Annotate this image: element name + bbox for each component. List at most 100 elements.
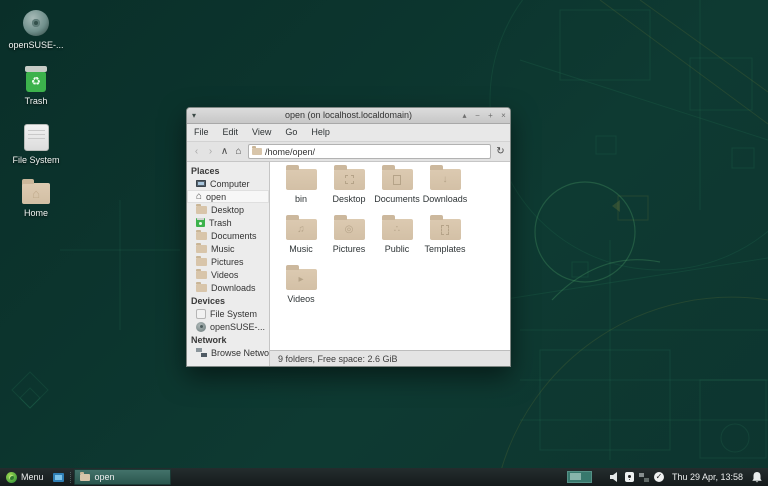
sidebar-item-trash[interactable]: Trash	[187, 216, 269, 229]
task-button-open[interactable]: open	[74, 469, 171, 485]
document-page-glyph	[393, 175, 401, 185]
desktop-icon-label: Home	[24, 208, 48, 218]
recycle-glyph: ♻	[26, 72, 46, 92]
desktop-icon-label: Trash	[25, 96, 48, 106]
desktop-icon-opensuse-volume[interactable]: openSUSE-...	[4, 10, 68, 50]
workspace-switcher[interactable]	[567, 471, 592, 483]
folder-icon	[382, 169, 413, 190]
file-pictures[interactable]: ◎ Pictures	[325, 219, 373, 269]
folder-icon: ∴	[382, 219, 413, 240]
sidebar-item-label: Music	[211, 244, 235, 254]
file-desktop[interactable]: Desktop	[325, 169, 373, 219]
path-field[interactable]: /home/open/	[248, 144, 491, 159]
folder-icon	[286, 169, 317, 190]
applications-menu-button[interactable]: Menu	[0, 468, 50, 486]
file-label: Templates	[424, 244, 465, 254]
desktop-icon-file-system[interactable]: File System	[4, 124, 68, 165]
sidebar-item-label: File System	[210, 309, 257, 319]
sidebar-item-videos[interactable]: Videos	[187, 268, 269, 281]
file-label: Desktop	[332, 194, 365, 204]
menu-go[interactable]: Go	[278, 124, 304, 141]
desktop-glyph	[345, 175, 354, 184]
home-button[interactable]: ⌂	[232, 143, 245, 160]
file-label: Downloads	[423, 194, 468, 204]
sidebar-item-file-system[interactable]: File System	[187, 307, 269, 320]
status-text: 9 folders, Free space: 2.6 GiB	[278, 354, 398, 364]
panel-separator	[70, 472, 71, 483]
sidebar-item-computer[interactable]: Computer	[187, 177, 269, 190]
file-public[interactable]: ∴ Public	[373, 219, 421, 269]
file-downloads[interactable]: ↓ Downloads	[421, 169, 469, 219]
titlebar[interactable]: ▾ open (on localhost.localdomain) ▴ − + …	[187, 108, 510, 124]
trash-icon	[196, 218, 205, 227]
menu-file[interactable]: File	[187, 124, 216, 141]
file-grid: bin Desktop Documents ↓ Downloads	[270, 162, 510, 350]
sidebar-header-network: Network	[187, 333, 269, 346]
file-bin[interactable]: bin	[277, 169, 325, 219]
menubar: File Edit View Go Help	[187, 124, 510, 142]
network-tray-icon[interactable]	[639, 473, 649, 482]
folder-icon	[196, 284, 207, 292]
forward-button[interactable]: ›	[204, 143, 217, 160]
menu-edit[interactable]: Edit	[216, 124, 246, 141]
sidebar-item-label: open	[206, 192, 226, 202]
minimize-button[interactable]: −	[471, 108, 484, 123]
volume-icon[interactable]	[610, 472, 620, 482]
files-pane: bin Desktop Documents ↓ Downloads	[270, 162, 510, 366]
sidebar-item-downloads[interactable]: Downloads	[187, 281, 269, 294]
desktop-icon-home[interactable]: ⌂ Home	[4, 183, 68, 218]
desktop-icon-label: openSUSE-...	[8, 40, 63, 50]
clock[interactable]: Thu 29 Apr, 13:58	[672, 472, 743, 482]
sidebar-item-open[interactable]: ⌂ open	[187, 190, 269, 203]
sidebar-header-places: Places	[187, 164, 269, 177]
drive-icon	[196, 309, 206, 319]
file-label: Music	[289, 244, 313, 254]
video-glyph: ▸	[298, 275, 303, 285]
menu-help[interactable]: Help	[304, 124, 337, 141]
home-folder-icon: ⌂	[22, 183, 50, 204]
sidebar-item-documents[interactable]: Documents	[187, 229, 269, 242]
drive-icon	[24, 124, 49, 151]
sidebar-item-label: Pictures	[211, 257, 244, 267]
maximize-button[interactable]: +	[484, 108, 497, 123]
close-button[interactable]: ×	[497, 108, 510, 123]
sidebar-item-music[interactable]: Music	[187, 242, 269, 255]
sidebar-item-label: Computer	[210, 179, 250, 189]
file-templates[interactable]: Templates	[421, 219, 469, 269]
refresh-button[interactable]: ↻	[494, 143, 507, 160]
file-videos[interactable]: ▸ Videos	[277, 269, 325, 319]
sidebar-item-label: openSUSE-...	[210, 322, 265, 332]
file-label: bin	[295, 194, 307, 204]
menu-view[interactable]: View	[245, 124, 278, 141]
sidebar-header-devices: Devices	[187, 294, 269, 307]
file-label: Videos	[287, 294, 314, 304]
back-button[interactable]: ‹	[190, 143, 203, 160]
folder-icon	[334, 169, 365, 190]
menu-label: Menu	[21, 472, 44, 482]
file-music[interactable]: ♫ Music	[277, 219, 325, 269]
toolbar: ‹ › ∧ ⌂ /home/open/ ↻	[187, 142, 510, 162]
desktop-icon-label: File System	[12, 155, 59, 165]
disc-icon	[196, 322, 206, 332]
trash-icon: ♻	[25, 66, 47, 92]
taskbar-panel: Menu open ✓ Thu 29 Apr, 13:58	[0, 468, 768, 486]
window-menu-icon[interactable]: ▾	[187, 108, 201, 123]
show-desktop-icon[interactable]	[53, 473, 64, 482]
file-documents[interactable]: Documents	[373, 169, 421, 219]
sidebar-item-opensuse-volume[interactable]: openSUSE-... ⏏	[187, 320, 269, 333]
path-text: /home/open/	[265, 147, 315, 157]
file-label: Pictures	[333, 244, 366, 254]
updates-check-icon[interactable]: ✓	[654, 472, 664, 482]
sidebar-item-pictures[interactable]: Pictures	[187, 255, 269, 268]
sidebar-item-label: Desktop	[211, 205, 244, 215]
notifications-bell-icon[interactable]	[752, 472, 762, 483]
lock-keyring-icon[interactable]	[625, 472, 634, 482]
file-label: Documents	[374, 194, 420, 204]
template-page-glyph	[441, 225, 449, 235]
up-button[interactable]: ∧	[218, 143, 231, 160]
sidebar-item-desktop[interactable]: Desktop	[187, 203, 269, 216]
desktop-icon-trash[interactable]: ♻ Trash	[4, 66, 68, 106]
sidebar-item-browse-network[interactable]: Browse Network	[187, 346, 269, 359]
folder-icon	[196, 206, 207, 214]
shade-button[interactable]: ▴	[458, 108, 471, 123]
